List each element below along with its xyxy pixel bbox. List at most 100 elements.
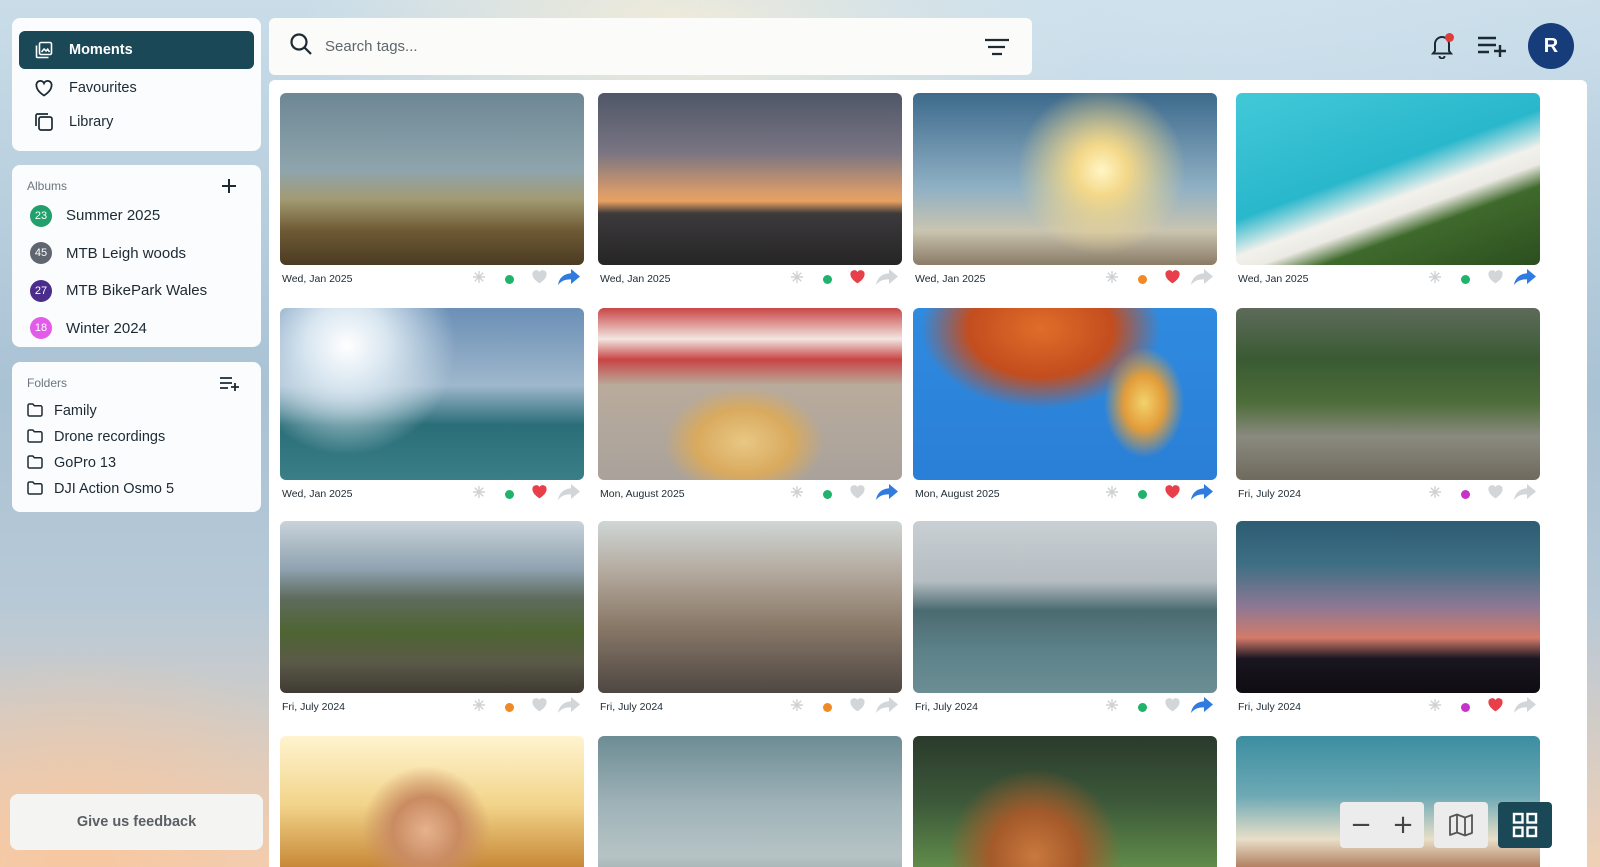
zoom-in-button[interactable]: + [1382, 802, 1424, 848]
photo-thumbnail[interactable] [1236, 93, 1540, 265]
tag-color-button[interactable] [494, 269, 524, 289]
photo-card: Wed, Jan 2025 [280, 93, 584, 292]
tag-color-button[interactable] [1127, 697, 1157, 717]
avatar[interactable]: R [1528, 23, 1574, 69]
photo-thumbnail[interactable] [280, 93, 584, 265]
share-button[interactable] [1510, 696, 1540, 717]
filter-button[interactable] [982, 35, 1012, 59]
photo-card: Mon, August 2025 [598, 308, 902, 507]
share-icon [876, 268, 898, 290]
search-input[interactable] [325, 38, 982, 55]
photo-thumbnail[interactable] [1236, 521, 1540, 693]
tag-color-button[interactable] [1127, 269, 1157, 289]
tag-color-button[interactable] [812, 269, 842, 289]
enhance-button[interactable] [1420, 484, 1450, 504]
status-dot [504, 274, 514, 284]
tag-color-button[interactable] [1450, 269, 1480, 289]
photo-thumbnail[interactable] [280, 521, 584, 693]
enhance-button[interactable] [464, 269, 494, 289]
add-album-button[interactable] [216, 175, 242, 197]
favourite-button[interactable] [1480, 484, 1510, 504]
tag-color-button[interactable] [1127, 484, 1157, 504]
enhance-button[interactable] [464, 484, 494, 504]
enhance-button[interactable] [1097, 484, 1127, 504]
folder-item[interactable]: GoPro 13 [27, 450, 246, 476]
folder-item[interactable]: DJI Action Osmo 5 [27, 476, 246, 502]
favourite-button[interactable] [1157, 269, 1187, 289]
tag-color-button[interactable] [1450, 484, 1480, 504]
share-button[interactable] [1187, 696, 1217, 717]
album-item[interactable]: 18 Winter 2024 [27, 310, 246, 348]
album-item[interactable]: 23 Summer 2025 [27, 197, 246, 235]
zoom-out-button[interactable]: − [1340, 802, 1382, 848]
status-dot [822, 702, 832, 712]
photo-thumbnail[interactable] [1236, 308, 1540, 480]
share-button[interactable] [554, 268, 584, 289]
add-folder-button[interactable] [216, 372, 242, 394]
albums-panel: Albums 23 Summer 2025 45 MTB Leigh woods 27 M… [12, 165, 261, 347]
photo-thumbnail[interactable] [913, 93, 1217, 265]
favourite-button[interactable] [842, 269, 872, 289]
share-button[interactable] [554, 483, 584, 504]
enhance-button[interactable] [782, 697, 812, 717]
enhance-button[interactable] [782, 269, 812, 289]
favourite-button[interactable] [524, 269, 554, 289]
favourite-button[interactable] [842, 484, 872, 504]
photo-thumbnail[interactable] [598, 308, 902, 480]
share-button[interactable] [1187, 483, 1217, 504]
folder-item[interactable]: Drone recordings [27, 424, 246, 450]
favourite-button[interactable] [1480, 269, 1510, 289]
enhance-button[interactable] [1420, 697, 1450, 717]
favourite-button[interactable] [524, 697, 554, 717]
tag-color-button[interactable] [494, 484, 524, 504]
nav-item-moments[interactable]: Moments [19, 31, 254, 69]
photo-thumbnail[interactable] [598, 93, 902, 265]
photo-meta: Wed, Jan 2025 [913, 266, 1217, 292]
folder-item[interactable]: Family [27, 398, 246, 424]
favourite-button[interactable] [524, 484, 554, 504]
favourite-button[interactable] [842, 697, 872, 717]
tag-color-button[interactable] [812, 697, 842, 717]
favourite-button[interactable] [1157, 484, 1187, 504]
photo-thumbnail[interactable] [280, 308, 584, 480]
photo-thumbnail[interactable] [913, 736, 1217, 867]
nav-item-favourites[interactable]: Favourites [19, 73, 254, 103]
heart-icon [531, 484, 548, 504]
tag-color-button[interactable] [494, 697, 524, 717]
enhance-button[interactable] [464, 697, 494, 717]
share-button[interactable] [554, 696, 584, 717]
photo-thumbnail[interactable] [598, 736, 902, 867]
tag-color-button[interactable] [1450, 697, 1480, 717]
photo-thumbnail[interactable] [280, 736, 584, 867]
albums-heading: Albums [27, 179, 68, 193]
favourite-button[interactable] [1480, 697, 1510, 717]
share-button[interactable] [872, 268, 902, 290]
enhance-button[interactable] [782, 484, 812, 504]
share-button[interactable] [872, 696, 902, 717]
favourite-button[interactable] [1157, 697, 1187, 717]
photo-thumbnail[interactable] [598, 521, 902, 693]
map-view-button[interactable] [1434, 802, 1488, 848]
nav-item-library[interactable]: Library [19, 107, 254, 137]
album-item[interactable]: 45 MTB Leigh woods [27, 235, 246, 273]
album-count-badge: 23 [30, 204, 52, 227]
top-actions: R [1426, 22, 1574, 70]
enhance-button[interactable] [1420, 269, 1450, 289]
notifications-button[interactable] [1426, 30, 1458, 62]
tag-color-button[interactable] [812, 484, 842, 504]
status-dot [1137, 274, 1147, 284]
photo-thumbnail[interactable] [913, 308, 1217, 480]
share-button[interactable] [872, 483, 902, 504]
heart-icon [1164, 484, 1181, 504]
enhance-button[interactable] [1097, 269, 1127, 289]
enhance-button[interactable] [1097, 697, 1127, 717]
photo-thumbnail[interactable] [913, 521, 1217, 693]
feedback-button[interactable]: Give us feedback [10, 794, 263, 850]
album-item[interactable]: 27 MTB BikePark Wales [27, 272, 246, 310]
share-button[interactable] [1510, 268, 1540, 289]
share-button[interactable] [1187, 268, 1217, 289]
share-button[interactable] [1510, 483, 1540, 504]
grid-view-button[interactable] [1498, 802, 1552, 848]
add-to-list-button[interactable] [1476, 30, 1508, 62]
nav-label: Favourites [69, 80, 137, 96]
